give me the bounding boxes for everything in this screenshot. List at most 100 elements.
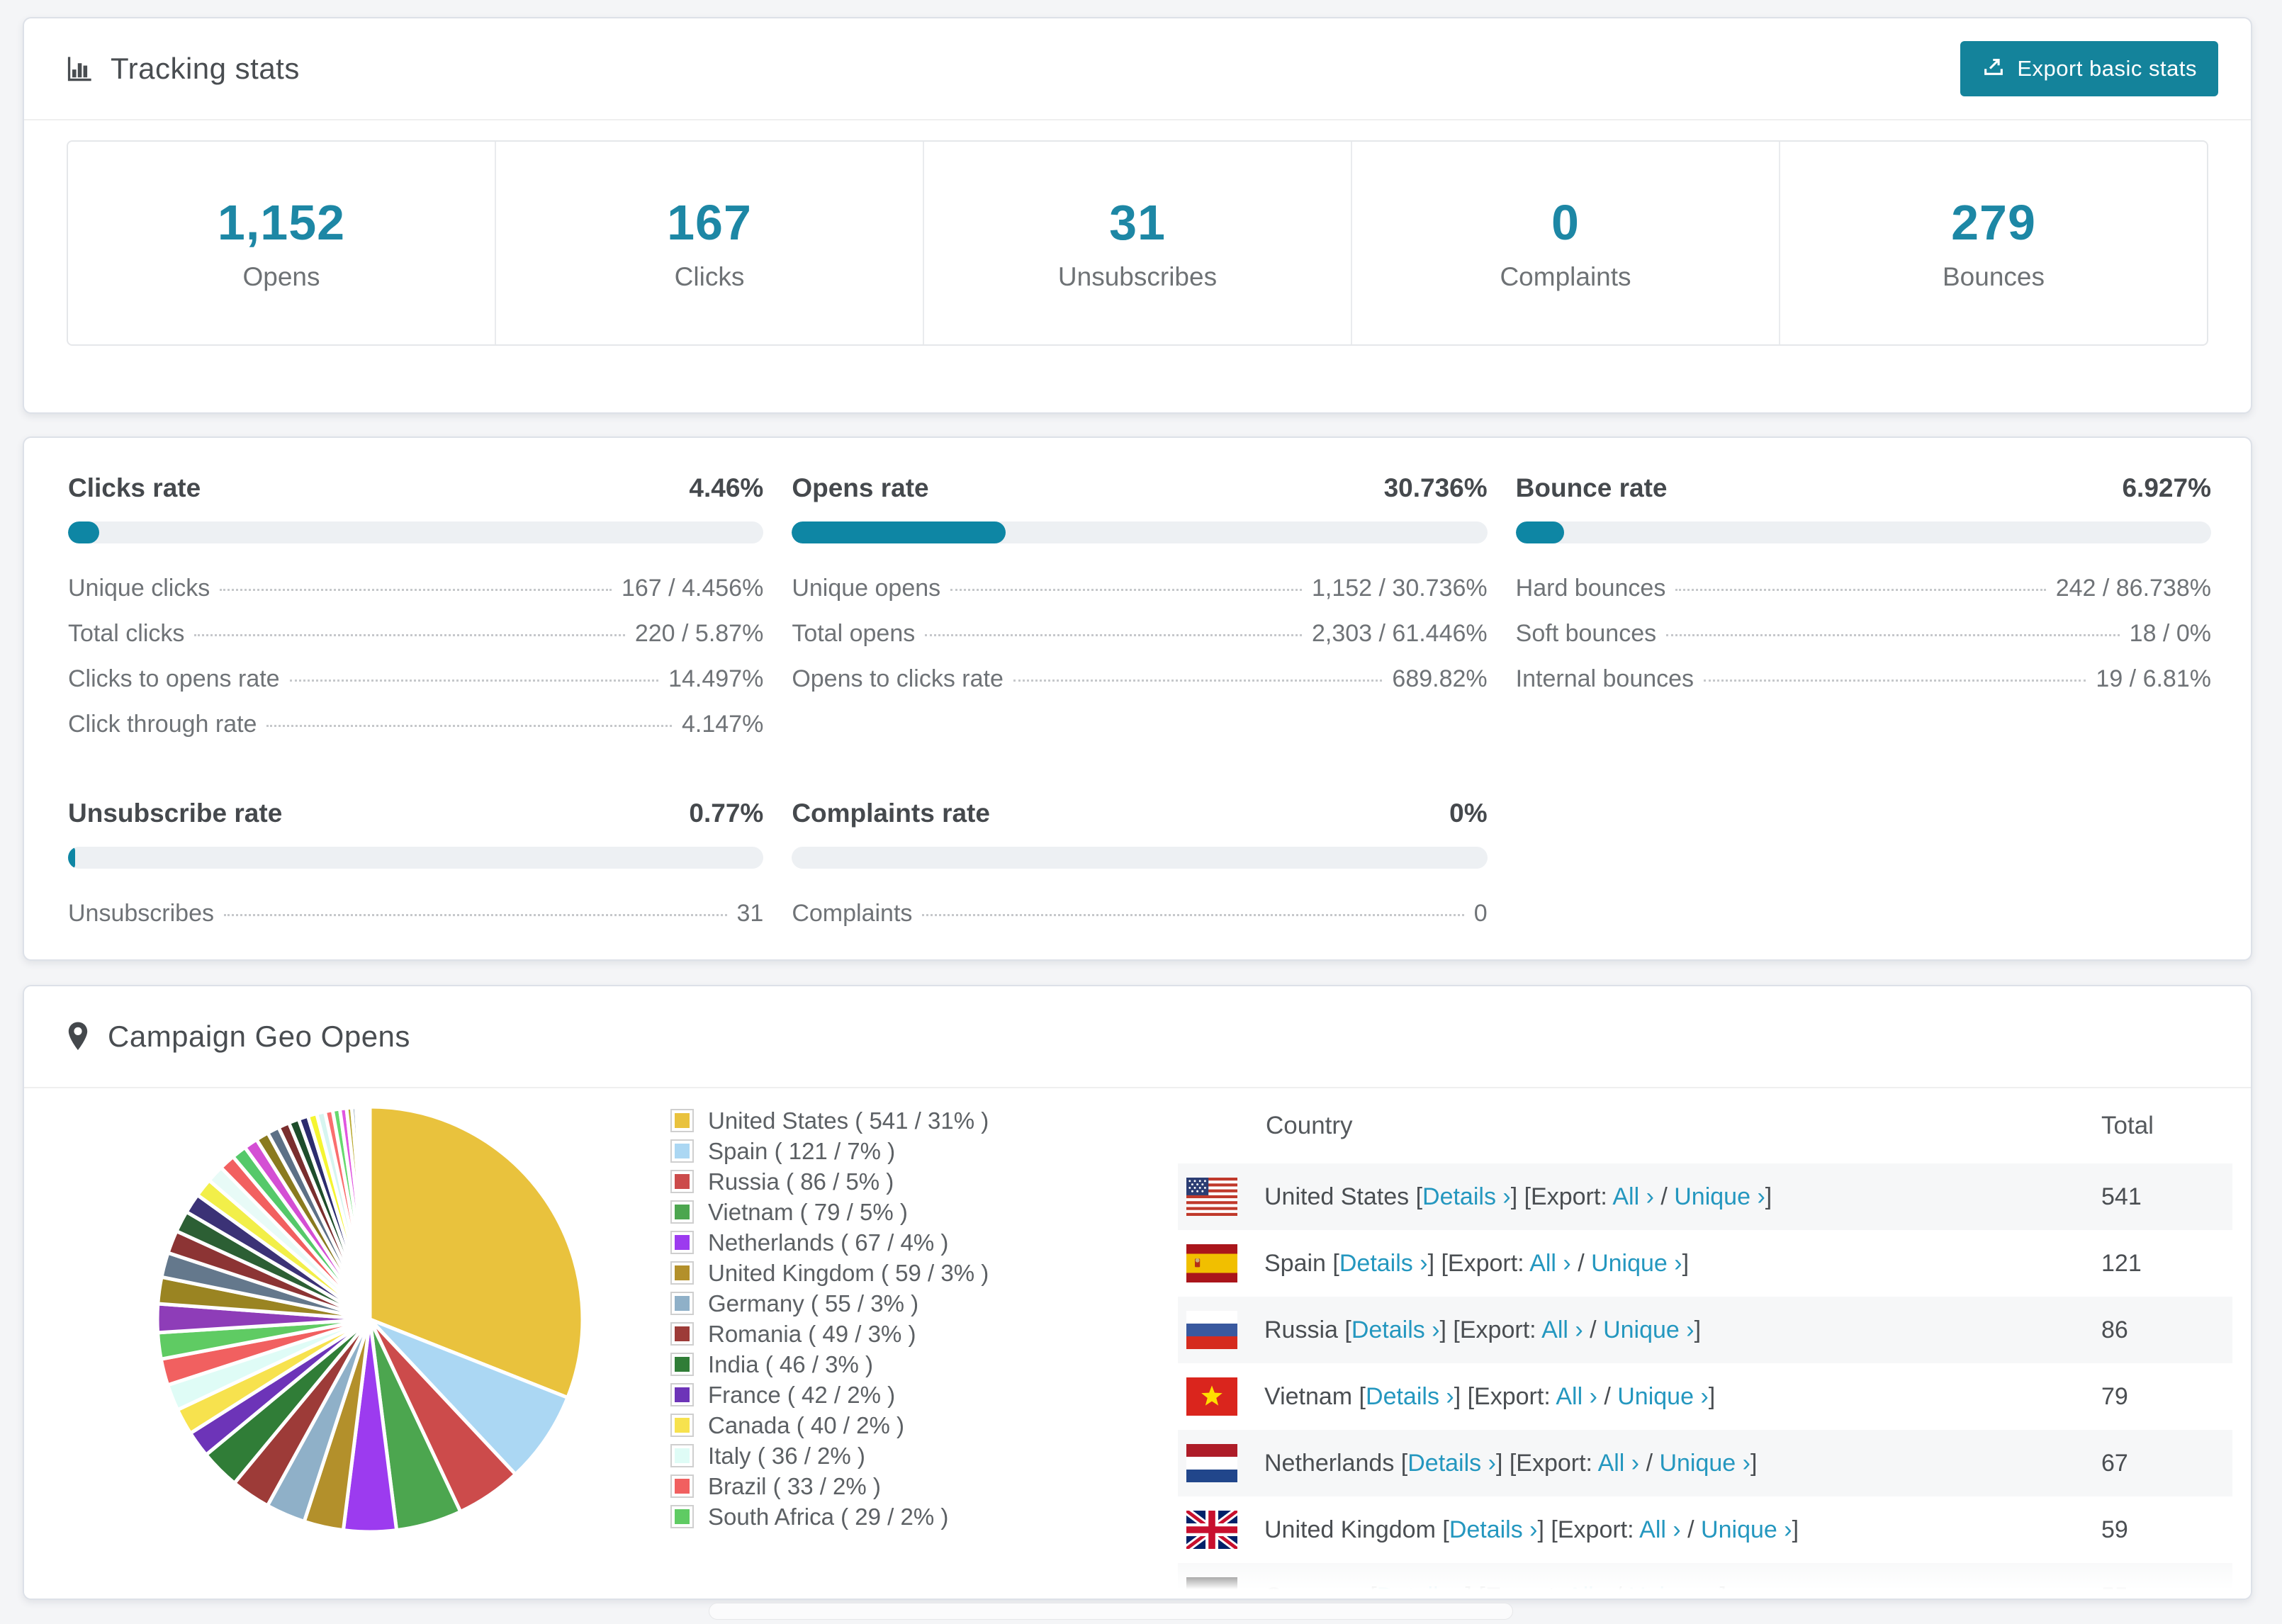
- rate-block: Unsubscribe rate 0.77% Unsubscribes 31: [68, 799, 764, 945]
- rate-detail-label: Soft bounces: [1515, 620, 1657, 647]
- export-all-link[interactable]: All ›: [1612, 1183, 1654, 1210]
- export-basic-stats-button[interactable]: Export basic stats: [1960, 41, 2218, 96]
- details-link[interactable]: Details ›: [1422, 1183, 1511, 1210]
- legend-item: Vietnam ( 79 / 5% ): [670, 1197, 989, 1227]
- geo-table-rows: United States [Details ›] [Export: All ›…: [1178, 1163, 2232, 1600]
- export-unique-link[interactable]: Unique ›: [1591, 1250, 1682, 1277]
- export-unique-link[interactable]: Unique ›: [1603, 1316, 1694, 1343]
- dotted-leader: [223, 914, 727, 916]
- progress-bar-fill: [1515, 521, 1564, 543]
- table-row: Vietnam [Details ›] [Export: All › / Uni…: [1178, 1363, 2232, 1430]
- export-unique-link[interactable]: Unique ›: [1701, 1516, 1792, 1543]
- rate-detail-value: 1,152 / 30.736%: [1312, 575, 1488, 602]
- flag-nl-icon: [1186, 1444, 1237, 1482]
- rate-detail-row: Complaints 0: [792, 900, 1487, 927]
- rate-detail-value: 0: [1473, 900, 1488, 927]
- details-link[interactable]: Details ›: [1351, 1316, 1440, 1343]
- rate-detail-label: Complaints: [792, 900, 913, 927]
- dotted-leader: [1675, 589, 2046, 591]
- rate-detail-label: Opens to clicks rate: [792, 665, 1004, 692]
- legend-swatch: [670, 1139, 694, 1163]
- geo-title: Campaign Geo Opens: [65, 1020, 410, 1054]
- export-all-link[interactable]: All ›: [1541, 1316, 1583, 1343]
- total-cell: 541: [2101, 1183, 2142, 1210]
- stat-label: Clicks: [674, 262, 745, 291]
- legend-swatch: [670, 1353, 694, 1376]
- export-unique-link[interactable]: Unique ›: [1617, 1383, 1709, 1410]
- tracking-stats-title-text: Tracking stats: [111, 52, 300, 85]
- rate-detail-row: Internal bounces 19 / 6.81%: [1516, 665, 2211, 693]
- legend-swatch: [670, 1444, 694, 1467]
- column-header-country: Country: [1266, 1112, 1353, 1139]
- stat-label: Unsubscribes: [1057, 262, 1218, 291]
- stat-box: 0 Complaints: [1352, 142, 1780, 344]
- total-cell: 121: [2101, 1249, 2142, 1277]
- export-all-link[interactable]: All ›: [1639, 1516, 1681, 1543]
- rate-detail-row: Unique clicks 167 / 4.456%: [68, 575, 763, 602]
- details-link[interactable]: Details ›: [1377, 1583, 1466, 1599]
- legend-item: Russia ( 86 / 5% ): [670, 1166, 989, 1197]
- legend-item: Romania ( 49 / 3% ): [670, 1319, 989, 1349]
- rate-detail-row: Clicks to opens rate 14.497%: [68, 665, 763, 693]
- rate-head: Bounce rate 6.927%: [1516, 473, 2211, 503]
- rate-detail-row: Total clicks 220 / 5.87%: [68, 620, 763, 648]
- rate-detail-label: Total opens: [792, 620, 916, 647]
- campaign-geo-opens-card: Campaign Geo Opens United States ( 541 /…: [23, 985, 2252, 1600]
- horizontal-scrollbar-thumb[interactable]: [709, 1603, 1513, 1620]
- stat-label: Bounces: [1943, 262, 2045, 291]
- rate-value: 30.736%: [1383, 473, 1488, 502]
- table-row: United Kingdom [Details ›] [Export: All …: [1178, 1496, 2232, 1563]
- map-pin-icon: [65, 1021, 91, 1052]
- details-link[interactable]: Details ›: [1366, 1383, 1454, 1410]
- column-header-total: Total: [2101, 1112, 2154, 1139]
- rate-head: Unsubscribe rate 0.77%: [68, 799, 763, 828]
- export-unique-link[interactable]: Unique ›: [1659, 1450, 1750, 1477]
- details-link[interactable]: Details ›: [1407, 1450, 1496, 1477]
- country-cell-text: Spain [Details ›] [Export: All › / Uniqu…: [1264, 1249, 1690, 1277]
- rate-detail-row: Total opens 2,303 / 61.446%: [792, 620, 1487, 648]
- flag-de-icon: [1186, 1577, 1237, 1598]
- dotted-leader: [925, 634, 1302, 636]
- country-cell: Germany [Details ›] [Export: All › / Uni…: [1178, 1577, 2101, 1599]
- export-unique-link[interactable]: Unique ›: [1629, 1583, 1720, 1599]
- rate-detail-label: Click through rate: [68, 711, 257, 738]
- export-button-label: Export basic stats: [2017, 56, 2197, 81]
- rate-block: Opens rate 30.736% Unique opens 1,152 / 30.…: [792, 473, 1488, 756]
- rate-detail-label: Hard bounces: [1515, 575, 1666, 602]
- stat-value: 279: [1951, 195, 2036, 250]
- total-cell: 55: [2101, 1582, 2128, 1600]
- country-cell: United Kingdom [Details ›] [Export: All …: [1178, 1511, 2101, 1549]
- flag-vn-icon: [1186, 1377, 1237, 1416]
- progress-bar-fill: [792, 521, 1006, 543]
- export-all-link[interactable]: All ›: [1556, 1383, 1597, 1410]
- rate-detail-value: 14.497%: [668, 665, 764, 692]
- dotted-leader: [266, 725, 672, 727]
- legend-item: Spain ( 121 / 7% ): [670, 1136, 989, 1166]
- rate-detail-rows: Unique opens 1,152 / 30.736% Total opens 2,…: [792, 575, 1487, 693]
- legend-label: United States ( 541 / 31% ): [708, 1107, 989, 1134]
- export-all-link[interactable]: All ›: [1598, 1450, 1640, 1477]
- rate-detail-label: Unsubscribes: [68, 900, 214, 927]
- rate-detail-label: Clicks to opens rate: [68, 665, 280, 692]
- progress-bar-track: [68, 521, 764, 543]
- dotted-leader: [1013, 680, 1383, 682]
- table-row: Russia [Details ›] [Export: All › / Uniq…: [1178, 1297, 2232, 1363]
- stat-value: 167: [667, 195, 752, 250]
- legend-item: United Kingdom ( 59 / 3% ): [670, 1258, 989, 1288]
- export-unique-link[interactable]: Unique ›: [1674, 1183, 1765, 1210]
- details-link[interactable]: Details ›: [1339, 1250, 1428, 1277]
- rate-head: Opens rate 30.736%: [792, 473, 1487, 503]
- total-cell: 79: [2101, 1382, 2128, 1410]
- country-cell: United States [Details ›] [Export: All ›…: [1178, 1178, 2101, 1216]
- rate-detail-label: Unique opens: [792, 575, 941, 602]
- export-all-link[interactable]: All ›: [1567, 1583, 1609, 1599]
- legend-swatch: [670, 1170, 694, 1193]
- details-link[interactable]: Details ›: [1449, 1516, 1538, 1543]
- legend-label: India ( 46 / 3% ): [708, 1350, 873, 1377]
- export-icon: [1982, 54, 2006, 84]
- legend-item: France ( 42 / 2% ): [670, 1380, 989, 1410]
- rate-value: 4.46%: [689, 473, 764, 502]
- legend-swatch: [670, 1322, 694, 1346]
- legend-swatch: [670, 1109, 694, 1132]
- export-all-link[interactable]: All ›: [1529, 1250, 1571, 1277]
